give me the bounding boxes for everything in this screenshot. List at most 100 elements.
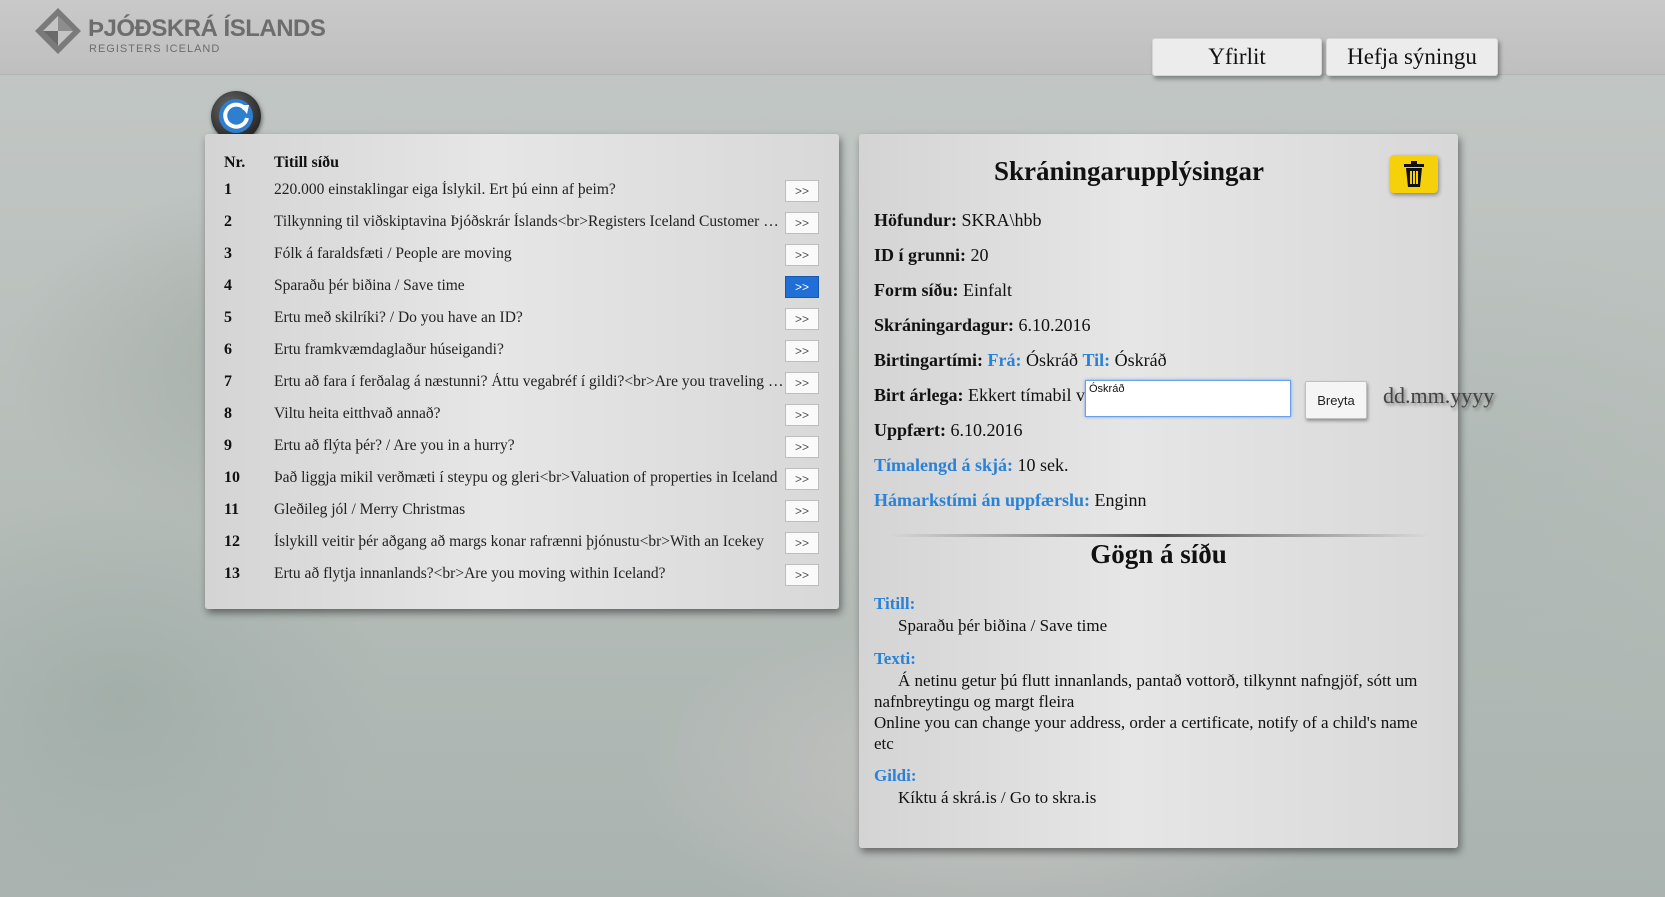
row-title: Ertu framkvæmdaglaður húseigandi? [274, 341, 504, 358]
overview-button[interactable]: Yfirlit [1152, 38, 1322, 76]
content-title-label: Titill: [874, 594, 916, 613]
open-page-button[interactable]: >> [785, 500, 819, 522]
table-row: 5 Ertu með skilríki? / Do you have an ID?… [205, 303, 839, 335]
row-number: 11 [224, 501, 240, 518]
author-field: Höfundur: SKRA\hbb [874, 210, 1042, 231]
to-label: Til: [1082, 350, 1111, 370]
created-label: Skráningardagur: [874, 315, 1015, 335]
trash-icon [1404, 161, 1424, 187]
row-title: Ertu að fara í ferðalag á næstunni? Áttu… [274, 373, 784, 390]
row-title: Tilkynning til viðskiptavina Þjóðskrár Í… [274, 213, 784, 230]
updated-field: Uppfært: 6.10.2016 [874, 420, 1023, 441]
row-title: Ertu með skilríki? / Do you have an ID? [274, 309, 523, 326]
open-page-button[interactable]: >> [785, 340, 819, 362]
row-number: 12 [224, 533, 240, 550]
max-time-value: Enginn [1094, 490, 1147, 510]
row-title: Sparaðu þér biðina / Save time [274, 277, 465, 294]
id-label: ID í grunni: [874, 245, 967, 265]
open-page-button[interactable]: >> [785, 404, 819, 426]
delete-button[interactable] [1390, 155, 1438, 193]
column-header-title: Titill síðu [274, 154, 340, 171]
table-row: 8 Viltu heita eitthvað annað? >> [205, 399, 839, 431]
updated-value: 6.10.2016 [950, 420, 1023, 440]
start-show-button[interactable]: Hefja sýningu [1326, 38, 1498, 76]
screen-time-field: Tímalengd á skjá: 10 sek. [874, 455, 1069, 476]
table-row: 7 Ertu að fara í ferðalag á næstunni? Átt… [205, 367, 839, 399]
open-page-button[interactable]: >> [785, 532, 819, 554]
content-text-label: Texti: [874, 649, 916, 668]
logo-mark-icon [35, 8, 81, 54]
content-text-value: Á netinu getur þú flutt innanlands, pant… [874, 670, 1434, 754]
from-label: Frá: [987, 350, 1022, 370]
row-title: Fólk á faraldsfæti / People are moving [274, 245, 512, 262]
logo-title: ÞJÓÐSKRÁ ÍSLANDS [88, 15, 326, 42]
logo: ÞJÓÐSKRÁ ÍSLANDS REGISTERS ICELAND [33, 6, 326, 56]
row-number: 4 [224, 277, 232, 294]
content-value-label: Gildi: [874, 766, 917, 785]
logo-subtitle: REGISTERS ICELAND [89, 43, 221, 55]
table-row: 6 Ertu framkvæmdaglaður húseigandi? >> [205, 335, 839, 367]
row-title: Ertu að flytja innanlands?<br>Are you mo… [274, 565, 666, 582]
content-title-value: Sparaðu þér biðina / Save time [898, 616, 1108, 635]
max-time-label: Hámarkstími án uppfærslu: [874, 490, 1091, 510]
publish-time-field: Birtingartími: Frá: Óskráð Til: Óskráð [874, 350, 1167, 371]
form-value: Einfalt [963, 280, 1012, 300]
date-format-hint: dd.mm.yyyy [1383, 383, 1495, 408]
yearly-date-input[interactable]: Óskráð [1085, 380, 1291, 417]
yearly-label: Birt árlega: [874, 385, 964, 405]
author-label: Höfundur: [874, 210, 958, 230]
refresh-icon [219, 99, 253, 133]
table-row: 9 Ertu að flýta þér? / Are you in a hurry… [205, 431, 839, 463]
content-text-english: Online you can change your address, orde… [874, 713, 1418, 753]
form-field: Form síðu: Einfalt [874, 280, 1012, 301]
open-page-button[interactable]: >> [785, 308, 819, 330]
created-field: Skráningardagur: 6.10.2016 [874, 315, 1091, 336]
open-page-button[interactable]: >> [785, 468, 819, 490]
table-row: 11 Gleðileg jól / Merry Christmas >> [205, 495, 839, 527]
column-header-nr: Nr. [224, 154, 246, 171]
row-title: Íslykill veitir þér aðgang að margs kona… [274, 533, 765, 550]
registration-title: Skráningarupplýsingar [993, 156, 1265, 186]
screen-time-label: Tímalengd á skjá: [874, 455, 1014, 475]
open-page-button[interactable]: >> [785, 244, 819, 266]
table-row: 2 Tilkynning til viðskiptavina Þjóðskrár … [205, 207, 839, 239]
table-row: 12 Íslykill veitir þér aðgang að margs ko… [205, 527, 839, 559]
to-value: Óskráð [1114, 350, 1167, 370]
pages-table-panel: Nr. Titill síðu 1 220.000 einstaklingar e… [205, 134, 839, 609]
row-title: 220.000 einstaklingar eiga Íslykil. Ert … [274, 181, 616, 198]
from-value: Óskráð [1025, 350, 1078, 370]
top-bar: ÞJÓÐSKRÁ ÍSLANDS REGISTERS ICELAND Yfirl… [0, 0, 1665, 76]
row-title: Ertu að flýta þér? / Are you in a hurry? [274, 437, 515, 454]
table-row: 10 Það liggja mikil verðmæti í steypu og … [205, 463, 839, 495]
table-row: 3 Fólk á faraldsfæti / People are moving >… [205, 239, 839, 271]
table-row: 4 Sparaðu þér biðina / Save time >> [205, 271, 839, 303]
author-value: SKRA\hbb [961, 210, 1042, 230]
open-page-button[interactable]: >> [785, 212, 819, 234]
content-title: Gögn á síðu [1090, 539, 1227, 569]
row-number: 5 [224, 309, 232, 326]
section-divider [889, 534, 1429, 537]
row-title: Það liggja mikil verðmæti í steypu og gl… [274, 469, 778, 486]
id-field: ID í grunni: 20 [874, 245, 989, 266]
row-number: 3 [224, 245, 232, 262]
publish-time-label: Birtingartími: [874, 350, 983, 370]
registration-panel: Skráningarupplýsingar Höfundur: SKRA\hbb… [859, 134, 1494, 848]
row-number: 6 [224, 341, 232, 358]
row-title: Viltu heita eitthvað annað? [274, 405, 441, 422]
change-button[interactable]: Breyta [1305, 381, 1367, 419]
open-page-button[interactable]: >> [785, 276, 819, 298]
row-number: 9 [224, 437, 232, 454]
yearly-field: Birt árlega: Ekkert tímabil v [874, 385, 1085, 406]
row-number: 8 [224, 405, 232, 422]
updated-label: Uppfært: [874, 420, 946, 440]
table-row: 1 220.000 einstaklingar eiga Íslykil. Ert… [205, 175, 839, 207]
row-number: 2 [224, 213, 232, 230]
content-value-value: Kíktu á skrá.is / Go to skra.is [898, 788, 1097, 807]
id-value: 20 [970, 245, 989, 265]
table-row: 13 Ertu að flytja innanlands?<br>Are you … [205, 559, 839, 591]
open-page-button[interactable]: >> [785, 436, 819, 458]
open-page-button[interactable]: >> [785, 564, 819, 586]
open-page-button[interactable]: >> [785, 372, 819, 394]
open-page-button[interactable]: >> [785, 180, 819, 202]
row-number: 13 [224, 565, 240, 582]
